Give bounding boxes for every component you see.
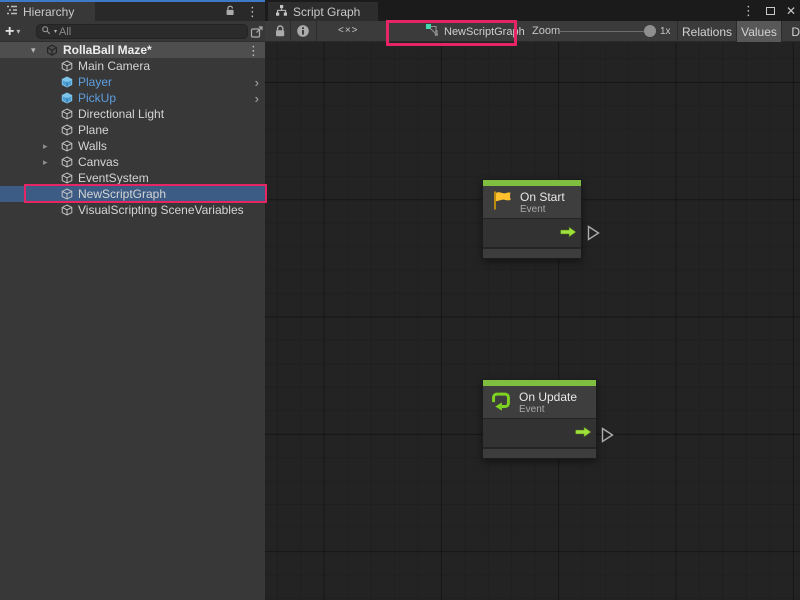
node-subtitle: Event: [519, 404, 577, 415]
node-title: On Update: [519, 390, 577, 404]
hierarchy-item-pickup[interactable]: PickUp ›: [0, 90, 265, 106]
hierarchy-tabstrip: Hierarchy ⋮: [0, 0, 265, 21]
caret-down-icon: ▾: [16, 27, 20, 36]
hierarchy-item-label: EventSystem: [78, 171, 149, 185]
script-graph-panel: Script Graph ⋮ ✕ <×> NewScriptGr: [265, 0, 800, 600]
node-title: On Start: [520, 190, 565, 204]
blackboard-variables-icon[interactable]: <×>: [338, 25, 359, 36]
tab-hierarchy[interactable]: Hierarchy: [0, 2, 95, 21]
hierarchy-item-label: Player: [78, 75, 112, 89]
search-icon: [41, 25, 52, 39]
hierarchy-item-label: Canvas: [78, 155, 119, 169]
plus-icon: +: [5, 24, 14, 40]
hierarchy-item-walls[interactable]: ▸ Walls: [0, 138, 265, 154]
values-toggle[interactable]: Values: [737, 21, 781, 42]
search-placeholder: All: [59, 26, 71, 38]
prefab-cube-icon: [61, 76, 73, 88]
hierarchy-item-main-camera[interactable]: Main Camera: [0, 58, 265, 74]
hierarchy-tree: Main Camera Player › PickUp › Directional Lig…: [0, 58, 265, 218]
gameobject-cube-icon: [61, 188, 73, 200]
hierarchy-item-label: PickUp: [78, 91, 116, 105]
node-body: [483, 418, 596, 447]
hierarchy-item-label: Plane: [78, 123, 109, 137]
node-subtitle: Event: [520, 204, 565, 215]
scene-name: RollaBall Maze*: [63, 43, 152, 57]
hierarchy-item-plane[interactable]: Plane: [0, 122, 265, 138]
prefab-cube-icon: [61, 92, 73, 104]
tab-script-graph-label: Script Graph: [293, 5, 360, 19]
prefab-open-chevron-icon[interactable]: ›: [255, 76, 259, 89]
gameobject-cube-icon: [61, 108, 73, 120]
hierarchy-item-label: VisualScripting SceneVariables: [78, 203, 244, 217]
graph-name-label: NewScriptGraph: [444, 26, 525, 38]
hierarchy-toolbar: + ▾ ▾ All: [0, 21, 265, 42]
hierarchy-icon: [6, 4, 18, 19]
open-search-window-icon[interactable]: [250, 25, 264, 39]
flag-icon: [490, 189, 513, 215]
create-object-button[interactable]: + ▾: [5, 21, 20, 42]
hierarchy-item-visualscripting-scenevariables[interactable]: VisualScripting SceneVariables: [0, 202, 265, 218]
gameobject-cube-icon: [61, 204, 73, 216]
zoom-value: 1x: [660, 26, 671, 37]
tab-script-graph[interactable]: Script Graph: [268, 2, 378, 21]
hierarchy-item-eventsystem[interactable]: EventSystem: [0, 170, 265, 186]
lock-icon[interactable]: [273, 24, 287, 41]
output-port-arrow-icon[interactable]: [560, 226, 577, 241]
relations-toggle[interactable]: Relations: [678, 21, 736, 42]
gameobject-cube-icon: [61, 124, 73, 136]
scene-menu-icon[interactable]: ⋮: [247, 44, 260, 57]
node-footer: [483, 247, 581, 258]
hierarchy-item-directional-light[interactable]: Directional Light: [0, 106, 265, 122]
gameobject-cube-icon: [61, 60, 73, 72]
hierarchy-item-label: Main Camera: [78, 59, 150, 73]
script-graph-tabstrip: Script Graph ⋮ ✕: [265, 0, 800, 21]
gameobject-cube-icon: [61, 172, 73, 184]
graph-name-button[interactable]: NewScriptGraph: [425, 21, 525, 42]
node-footer: [483, 447, 596, 458]
dim-toggle[interactable]: Dim: [782, 21, 800, 42]
hierarchy-item-label: NewScriptGraph: [78, 187, 166, 201]
prefab-open-chevron-icon[interactable]: ›: [255, 92, 259, 105]
output-port-arrow-icon[interactable]: [575, 426, 592, 441]
expander-icon[interactable]: ▸: [43, 157, 53, 168]
gameobject-cube-icon: [61, 140, 73, 152]
script-graph-toolbar: <×> NewScriptGraph Zoom 1x Relations Val…: [265, 21, 800, 42]
node-body: [483, 218, 581, 247]
hierarchy-panel: Hierarchy ⋮ + ▾ ▾ All: [0, 0, 265, 600]
graph-canvas[interactable]: On Start Event: [265, 42, 800, 600]
zoom-slider-handle[interactable]: [644, 25, 656, 37]
script-graph-asset-icon: [425, 23, 439, 40]
zoom-label: Zoom: [532, 25, 560, 37]
scene-header-row[interactable]: ▾ RollaBall Maze* ⋮: [0, 42, 265, 58]
focus-indicator: [0, 0, 265, 2]
node-on-start[interactable]: On Start Event: [482, 179, 582, 259]
unlock-icon[interactable]: [224, 4, 236, 20]
hierarchy-item-newscriptgraph[interactable]: NewScriptGraph: [0, 186, 265, 202]
close-icon[interactable]: ✕: [786, 4, 796, 18]
zoom-slider-track[interactable]: [560, 31, 652, 32]
info-icon[interactable]: [296, 24, 310, 41]
node-header: On Update Event: [483, 386, 596, 418]
hierarchy-item-label: Directional Light: [78, 107, 164, 121]
hierarchy-item-label: Walls: [78, 139, 107, 153]
expander-icon[interactable]: ▸: [43, 141, 53, 152]
gameobject-cube-icon: [61, 156, 73, 168]
window-menu-icon[interactable]: ⋮: [742, 4, 755, 17]
unity-scene-icon: [46, 44, 58, 59]
graph-icon: [275, 4, 288, 20]
node-on-update[interactable]: On Update Event: [482, 379, 597, 459]
unconnected-port-icon[interactable]: [587, 225, 600, 244]
scene-expander-icon[interactable]: ▾: [31, 45, 36, 56]
hierarchy-item-canvas[interactable]: ▸ Canvas: [0, 154, 265, 170]
maximize-icon[interactable]: [766, 7, 775, 15]
hierarchy-item-player[interactable]: Player ›: [0, 74, 265, 90]
unity-editor-window: Hierarchy ⋮ + ▾ ▾ All: [0, 0, 800, 600]
tab-hierarchy-label: Hierarchy: [23, 5, 74, 19]
hierarchy-search-input[interactable]: ▾ All: [36, 24, 248, 39]
search-filter-caret-icon: ▾: [54, 28, 57, 35]
loop-icon: [490, 390, 512, 415]
hierarchy-menu-icon[interactable]: ⋮: [246, 5, 259, 18]
unconnected-port-icon[interactable]: [601, 427, 614, 446]
node-header: On Start Event: [483, 186, 581, 218]
